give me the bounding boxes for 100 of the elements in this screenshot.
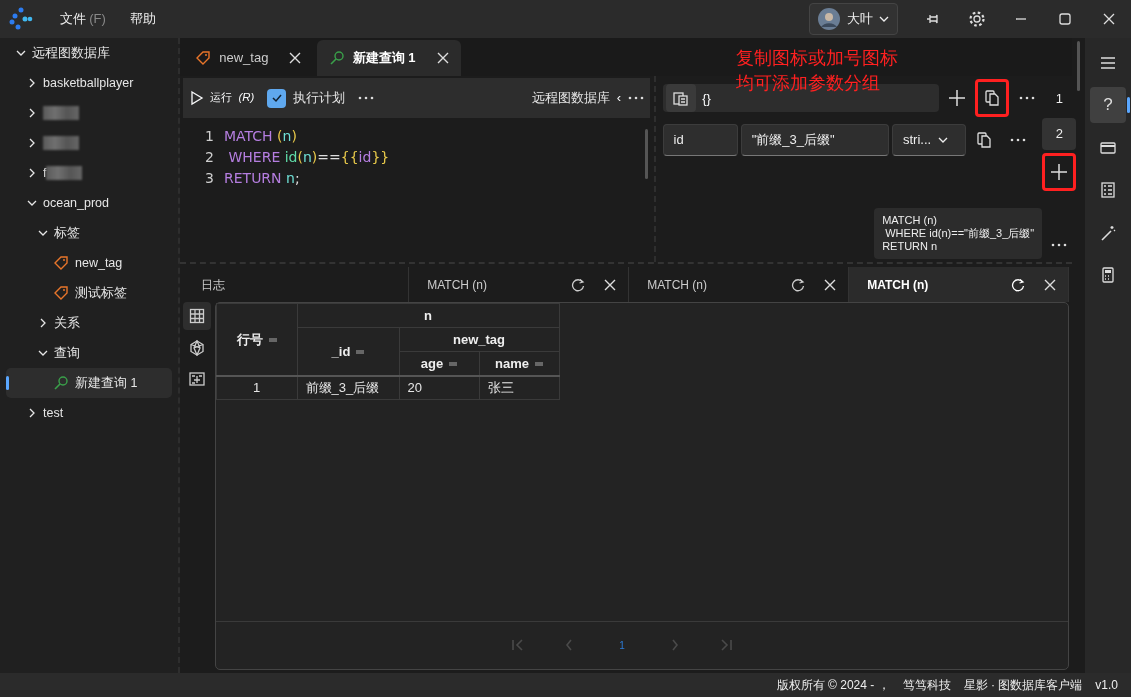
value-field[interactable]: "前缀_3_后缀" — [740, 123, 889, 156]
name-field[interactable]: id — [662, 123, 738, 156]
tree-node[interactable]: 查询 — [6, 338, 172, 368]
tree-item[interactable]: 测试标签 — [6, 278, 172, 308]
checkbox[interactable] — [267, 88, 287, 108]
page-button[interactable]: 1 — [613, 636, 631, 654]
graph-view-icon — [189, 339, 206, 356]
more-icon[interactable] — [627, 95, 644, 101]
tree-item[interactable]: new_tag — [6, 248, 172, 278]
editor-tab[interactable]: new_tag — [183, 40, 314, 76]
tree-node[interactable]: test — [6, 398, 172, 428]
chevron-down-icon[interactable] — [38, 348, 48, 358]
tag-icon — [195, 50, 212, 66]
table-cell: 张三 — [479, 375, 559, 400]
checklist-icon — [1099, 181, 1117, 199]
chevron-down-icon[interactable] — [27, 198, 37, 208]
run-button[interactable]: 运行 (R) — [189, 89, 255, 107]
settings-icon[interactable] — [967, 9, 987, 29]
wand-icon — [1099, 223, 1117, 242]
column-header[interactable]: n — [297, 303, 559, 328]
chevron-right-icon[interactable] — [27, 138, 37, 148]
view-button[interactable] — [183, 302, 212, 331]
group-tab[interactable]: 1 — [1042, 82, 1077, 115]
tree-node[interactable]: basketballplayer — [6, 68, 172, 98]
chevron-right-icon[interactable] — [27, 408, 37, 418]
more-icon[interactable] — [1051, 241, 1068, 248]
chevron-right-icon[interactable] — [27, 78, 37, 88]
code-line: RETURN n; — [224, 169, 301, 188]
tree-node[interactable]: f — [6, 158, 172, 188]
code-line: MATCH (n) — [224, 127, 298, 146]
tree-node[interactable]: 标签 — [6, 218, 172, 248]
more-icon[interactable] — [357, 95, 374, 101]
status-text: 星影 · 图数据库客户端 — [963, 677, 1083, 694]
scrollbar-thumb[interactable] — [644, 129, 648, 180]
search-icon — [53, 375, 69, 391]
calculator-icon — [1099, 266, 1117, 284]
editor-tab[interactable]: 新建查询 1 — [316, 40, 461, 76]
copy-button[interactable] — [975, 79, 1009, 118]
line-number: 3 — [204, 169, 215, 188]
copy-icon — [985, 90, 999, 107]
code-line: WHERE id(n)=={{id}} — [227, 148, 391, 167]
chevron-right-icon[interactable] — [38, 318, 48, 328]
logo-icon — [8, 6, 34, 32]
format-button[interactable]: {} — [702, 88, 711, 108]
annotation-text: 复制图标或加号图标 — [736, 47, 898, 70]
chevron-down-icon[interactable] — [38, 228, 48, 238]
sort-handle-icon[interactable] — [356, 350, 365, 355]
refresh-icon[interactable] — [570, 277, 585, 292]
code-editor[interactable]: 1 2 3 MATCH (n) WHERE id(n)=={{id}} RETURN n; — [180, 118, 654, 262]
add-group-button[interactable] — [1042, 153, 1077, 191]
table-cell: 1 — [216, 375, 297, 400]
more-icon[interactable] — [1019, 95, 1036, 102]
user-button[interactable]: 大叶 — [809, 3, 898, 35]
type-dropdown[interactable]: stri... — [892, 123, 966, 156]
copy-icon — [977, 131, 992, 148]
sort-handle-icon[interactable] — [268, 338, 277, 343]
close-icon[interactable] — [604, 278, 617, 291]
close-icon[interactable] — [289, 52, 302, 64]
tag-icon — [53, 285, 69, 301]
menu-item[interactable]: 文件 (F) — [48, 9, 118, 29]
sort-handle-icon[interactable] — [535, 362, 543, 367]
caret-icon — [879, 14, 889, 24]
plus-icon — [1050, 163, 1069, 181]
table-view-icon — [189, 308, 206, 325]
tree-item[interactable]: 新建查询 1 — [6, 368, 172, 398]
back-button[interactable]: ‹ — [616, 88, 621, 108]
refresh-icon[interactable] — [790, 277, 805, 292]
plus-icon — [947, 89, 966, 108]
more-icon[interactable] — [1009, 136, 1026, 143]
paste-button[interactable] — [665, 84, 696, 113]
tree-node[interactable]: ocean_prod — [6, 188, 172, 218]
status-text: 版权所有 © 2024 - ， — [776, 677, 890, 694]
result-tab[interactable]: MATCH (n) — [849, 267, 1070, 303]
group-tab[interactable]: 2 — [1042, 117, 1077, 150]
column-header[interactable]: 行号 — [216, 303, 297, 376]
tag-icon — [53, 255, 69, 271]
scrollbar-thumb[interactable] — [1077, 41, 1080, 92]
database-name: 远程图数据库 — [532, 89, 611, 108]
tree-node[interactable]: 关系 — [6, 308, 172, 338]
avatar — [818, 8, 840, 30]
menu-item[interactable]: 帮助 — [117, 9, 168, 29]
text-view-icon — [189, 370, 206, 387]
play-icon — [189, 90, 204, 106]
query-preview-tooltip: MATCH (n) WHERE id(n)=="前缀_3_后缀" RETURN n — [874, 207, 1043, 259]
close-icon[interactable] — [436, 52, 449, 64]
column-header[interactable]: new_tag — [399, 327, 559, 352]
close-icon[interactable] — [824, 278, 837, 291]
chevron-down-icon[interactable] — [16, 48, 26, 58]
checkbox-label: 执行计划 — [292, 89, 345, 108]
close-icon[interactable] — [1044, 278, 1057, 291]
chevron-right-icon[interactable] — [27, 108, 37, 118]
table-cell: 前缀_3_后缀 — [297, 375, 399, 400]
redacted-block — [43, 106, 79, 120]
tree-node[interactable]: 远程图数据库 — [6, 38, 172, 68]
check-icon — [270, 92, 283, 104]
chevron-right-icon[interactable] — [27, 168, 37, 178]
line-number: 2 — [204, 148, 215, 167]
annotation-text: 均可添加参数分组 — [736, 72, 881, 95]
line-number: 1 — [204, 127, 215, 146]
sort-handle-icon[interactable] — [449, 362, 458, 367]
